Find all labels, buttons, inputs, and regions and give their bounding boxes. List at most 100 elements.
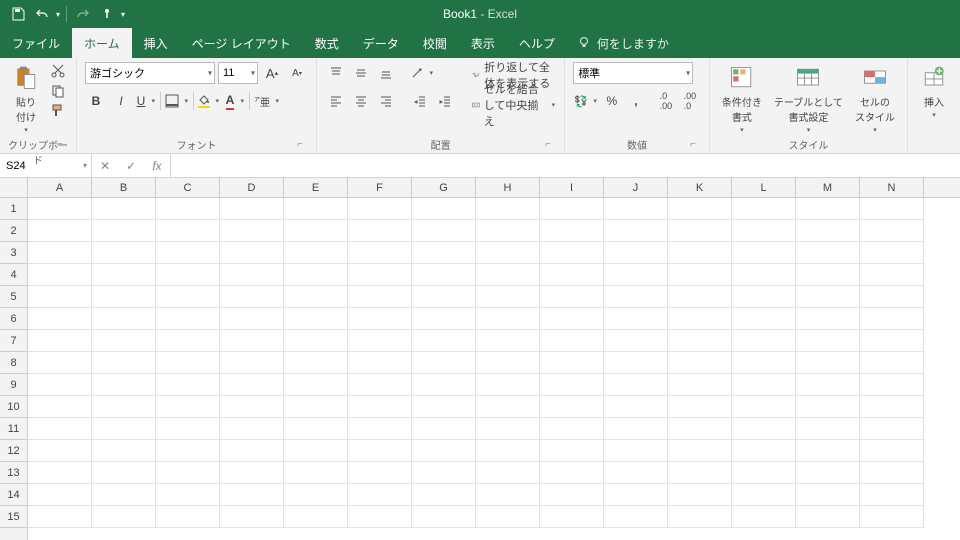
cell[interactable]	[860, 374, 924, 396]
cell[interactable]	[28, 308, 92, 330]
cell[interactable]	[540, 198, 604, 220]
decrease-indent-button[interactable]	[409, 90, 431, 112]
italic-button[interactable]: I	[110, 90, 132, 112]
tab-home[interactable]: ホーム	[72, 28, 132, 58]
cell[interactable]	[348, 462, 412, 484]
cell[interactable]	[28, 374, 92, 396]
font-size-combo[interactable]: 11▾	[218, 62, 258, 84]
cell[interactable]	[476, 418, 540, 440]
cell[interactable]	[732, 374, 796, 396]
row-header[interactable]: 2	[0, 220, 27, 242]
cell[interactable]	[284, 198, 348, 220]
cell[interactable]	[28, 264, 92, 286]
tab-data[interactable]: データ	[351, 28, 411, 58]
cell[interactable]	[540, 484, 604, 506]
cell[interactable]	[476, 440, 540, 462]
formula-input[interactable]	[171, 154, 960, 177]
row-header[interactable]: 3	[0, 242, 27, 264]
row-header[interactable]: 14	[0, 484, 27, 506]
cell[interactable]	[220, 396, 284, 418]
cell[interactable]	[412, 220, 476, 242]
cell[interactable]	[284, 506, 348, 528]
tab-formulas[interactable]: 数式	[303, 28, 351, 58]
column-header[interactable]: I	[540, 178, 604, 197]
cell[interactable]	[796, 198, 860, 220]
dialog-launcher-icon[interactable]: ⌐	[294, 138, 306, 150]
cell[interactable]	[796, 462, 860, 484]
increase-decimal-button[interactable]: .0.00	[655, 90, 677, 112]
cell[interactable]	[604, 418, 668, 440]
cell[interactable]	[412, 330, 476, 352]
align-right-button[interactable]	[375, 90, 397, 112]
cell[interactable]	[92, 506, 156, 528]
cell[interactable]	[156, 308, 220, 330]
cell[interactable]	[476, 352, 540, 374]
insert-cells-button[interactable]: 挿入▾	[916, 62, 952, 121]
dialog-launcher-icon[interactable]: ⌐	[54, 138, 66, 150]
cell[interactable]	[156, 462, 220, 484]
cell[interactable]	[220, 286, 284, 308]
cell[interactable]	[28, 220, 92, 242]
qat-customize-icon[interactable]: ▾	[121, 10, 125, 19]
cell[interactable]	[796, 264, 860, 286]
cell[interactable]	[156, 484, 220, 506]
cell[interactable]	[348, 374, 412, 396]
cell[interactable]	[796, 440, 860, 462]
cell[interactable]	[348, 198, 412, 220]
cell[interactable]	[220, 506, 284, 528]
column-header[interactable]: L	[732, 178, 796, 197]
cell[interactable]	[28, 330, 92, 352]
row-header[interactable]: 15	[0, 506, 27, 528]
cell[interactable]	[156, 264, 220, 286]
cell[interactable]	[860, 198, 924, 220]
column-header[interactable]: C	[156, 178, 220, 197]
cell[interactable]	[220, 242, 284, 264]
row-header[interactable]: 13	[0, 462, 27, 484]
accounting-format-button[interactable]: 💱	[573, 90, 599, 112]
cell[interactable]	[220, 440, 284, 462]
cell[interactable]	[604, 330, 668, 352]
cell[interactable]	[732, 198, 796, 220]
undo-dropdown-icon[interactable]: ▾	[56, 10, 60, 19]
cell[interactable]	[604, 220, 668, 242]
cell[interactable]	[476, 484, 540, 506]
cell[interactable]	[796, 286, 860, 308]
cell[interactable]	[28, 440, 92, 462]
cell[interactable]	[604, 286, 668, 308]
cell[interactable]	[476, 198, 540, 220]
cell[interactable]	[28, 484, 92, 506]
cell[interactable]	[540, 220, 604, 242]
cell[interactable]	[668, 286, 732, 308]
cell[interactable]	[540, 462, 604, 484]
cell[interactable]	[28, 396, 92, 418]
tab-page-layout[interactable]: ページ レイアウト	[180, 28, 303, 58]
cell[interactable]	[860, 418, 924, 440]
column-header[interactable]: A	[28, 178, 92, 197]
cell[interactable]	[668, 308, 732, 330]
align-center-button[interactable]	[350, 90, 372, 112]
row-header[interactable]: 5	[0, 286, 27, 308]
cell[interactable]	[284, 242, 348, 264]
cell[interactable]	[412, 484, 476, 506]
copy-button[interactable]	[48, 82, 68, 100]
cell[interactable]	[284, 264, 348, 286]
percent-button[interactable]: %	[601, 90, 623, 112]
cell[interactable]	[412, 286, 476, 308]
cell[interactable]	[92, 242, 156, 264]
cell[interactable]	[156, 440, 220, 462]
paste-button[interactable]: 貼り付け ▾	[8, 62, 44, 136]
cell[interactable]	[92, 286, 156, 308]
cell[interactable]	[604, 396, 668, 418]
cell[interactable]	[668, 484, 732, 506]
cell[interactable]	[348, 242, 412, 264]
cell[interactable]	[92, 484, 156, 506]
cell[interactable]	[220, 308, 284, 330]
cell[interactable]	[284, 374, 348, 396]
align-top-button[interactable]	[325, 62, 347, 84]
cell[interactable]	[28, 506, 92, 528]
cell[interactable]	[732, 462, 796, 484]
cell[interactable]	[412, 462, 476, 484]
insert-function-button[interactable]: fx	[144, 159, 170, 173]
cell[interactable]	[604, 198, 668, 220]
cell[interactable]	[860, 506, 924, 528]
